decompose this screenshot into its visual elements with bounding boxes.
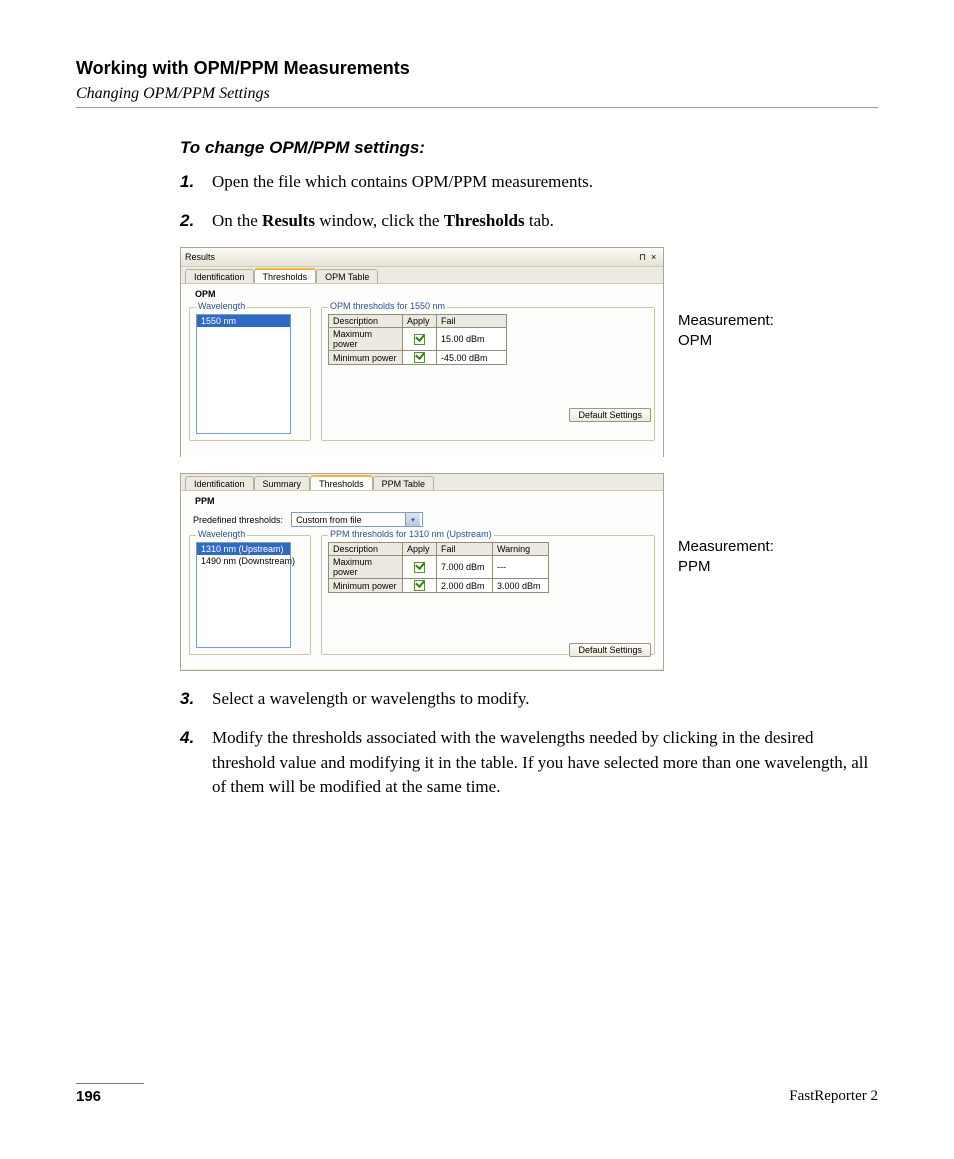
cell-description: Minimum power: [329, 579, 403, 593]
default-settings-button[interactable]: Default Settings: [569, 643, 651, 657]
chevron-down-icon[interactable]: ▾: [405, 513, 420, 526]
default-settings-button[interactable]: Default Settings: [569, 408, 651, 422]
predefined-label: Predefined thresholds:: [193, 515, 283, 525]
cell-warning[interactable]: ---: [493, 556, 549, 579]
step-text: Open the file which contains OPM/PPM mea…: [212, 170, 593, 195]
callout-opm: Measurement: OPM: [678, 311, 774, 350]
step-1: 1. Open the file which contains OPM/PPM …: [180, 170, 878, 195]
cell-fail[interactable]: -45.00 dBm: [437, 351, 507, 365]
tab-ppm-table[interactable]: PPM Table: [373, 476, 434, 490]
cell-apply[interactable]: [403, 556, 437, 579]
close-icon[interactable]: ×: [651, 252, 659, 263]
wavelength-list[interactable]: 1550 nm: [196, 314, 291, 434]
cell-apply[interactable]: [403, 351, 437, 365]
cell-fail[interactable]: 15.00 dBm: [437, 328, 507, 351]
tab-strip: Identification Summary Thresholds PPM Ta…: [181, 474, 663, 491]
threshold-table: Description Apply Fail Warning Maximum p…: [328, 542, 549, 593]
opm-sub-label: OPM: [191, 289, 220, 299]
window-title: Results: [185, 252, 215, 262]
wavelength-item[interactable]: 1550 nm: [197, 315, 290, 327]
table-row: Minimum power 2.000 dBm 3.000 dBm: [329, 579, 549, 593]
cell-apply[interactable]: [403, 328, 437, 351]
product-name: FastReporter 2: [789, 1088, 878, 1105]
checkbox-icon[interactable]: [414, 334, 425, 345]
step-number: 4.: [180, 726, 212, 800]
col-fail: Fail: [437, 315, 507, 328]
cell-description: Maximum power: [329, 328, 403, 351]
footer-divider: [76, 1083, 144, 1084]
tab-strip: Identification Thresholds OPM Table: [181, 267, 663, 284]
step-text: Modify the thresholds associated with th…: [212, 726, 878, 800]
ppm-sub-label: PPM: [191, 496, 219, 506]
step-number: 2.: [180, 209, 212, 234]
wavelength-list[interactable]: 1310 nm (Upstream) 1490 nm (Downstream): [196, 542, 291, 648]
col-warning: Warning: [493, 543, 549, 556]
section-title: To change OPM/PPM settings:: [180, 138, 878, 158]
page-heading: Working with OPM/PPM Measurements: [76, 58, 878, 79]
page-subheading: Changing OPM/PPM Settings: [76, 85, 878, 103]
step-number: 3.: [180, 687, 212, 712]
cell-fail[interactable]: 2.000 dBm: [437, 579, 493, 593]
cell-apply[interactable]: [403, 579, 437, 593]
page-footer: 196 FastReporter 2: [76, 1075, 878, 1105]
tab-thresholds[interactable]: Thresholds: [310, 475, 373, 490]
wavelength-item[interactable]: 1490 nm (Downstream): [197, 555, 290, 567]
step-3: 3. Select a wavelength or wavelengths to…: [180, 687, 878, 712]
select-value: Custom from file: [296, 515, 362, 525]
wavelength-legend: Wavelength: [196, 529, 247, 539]
step-text: On the Results window, click the Thresho…: [212, 209, 554, 234]
col-apply: Apply: [403, 315, 437, 328]
table-row: Minimum power -45.00 dBm: [329, 351, 507, 365]
wavelength-group: Wavelength 1310 nm (Upstream) 1490 nm (D…: [189, 535, 311, 655]
step-2: 2. On the Results window, click the Thre…: [180, 209, 878, 234]
wavelength-legend: Wavelength: [196, 301, 247, 311]
callout-ppm: Measurement: PPM: [678, 537, 774, 576]
tab-identification[interactable]: Identification: [185, 476, 254, 490]
step-text: Select a wavelength or wavelengths to mo…: [212, 687, 530, 712]
checkbox-icon[interactable]: [414, 352, 425, 363]
page-number: 196: [76, 1088, 101, 1105]
header-divider: [76, 107, 878, 108]
threshold-table: Description Apply Fail Maximum power 15.…: [328, 314, 507, 365]
wavelength-group: Wavelength 1550 nm: [189, 307, 311, 441]
checkbox-icon[interactable]: [414, 562, 425, 573]
ppm-results-panel: Identification Summary Thresholds PPM Ta…: [180, 473, 664, 671]
cell-description: Minimum power: [329, 351, 403, 365]
tab-thresholds[interactable]: Thresholds: [254, 268, 317, 283]
checkbox-icon[interactable]: [414, 580, 425, 591]
step-number: 1.: [180, 170, 212, 195]
opm-results-panel: Results ⊓ × Identification Thresholds OP…: [180, 247, 664, 457]
table-row: Maximum power 15.00 dBm: [329, 328, 507, 351]
cell-description: Maximum power: [329, 556, 403, 579]
panel-titlebar: Results ⊓ ×: [181, 248, 663, 267]
step-4: 4. Modify the thresholds associated with…: [180, 726, 878, 800]
cell-warning[interactable]: 3.000 dBm: [493, 579, 549, 593]
col-fail: Fail: [437, 543, 493, 556]
cell-fail[interactable]: 7.000 dBm: [437, 556, 493, 579]
col-apply: Apply: [403, 543, 437, 556]
col-description: Description: [329, 543, 403, 556]
predefined-thresholds-select[interactable]: Custom from file ▾: [291, 512, 423, 527]
table-row: Maximum power 7.000 dBm ---: [329, 556, 549, 579]
pin-icon[interactable]: ⊓: [639, 252, 647, 263]
col-description: Description: [329, 315, 403, 328]
tab-identification[interactable]: Identification: [185, 269, 254, 283]
tab-opm-table[interactable]: OPM Table: [316, 269, 378, 283]
wavelength-item[interactable]: 1310 nm (Upstream): [197, 543, 290, 555]
threshold-group: PPM thresholds for 1310 nm (Upstream) De…: [321, 535, 655, 655]
threshold-legend: PPM thresholds for 1310 nm (Upstream): [328, 529, 494, 539]
tab-summary[interactable]: Summary: [254, 476, 311, 490]
threshold-legend: OPM thresholds for 1550 nm: [328, 301, 447, 311]
